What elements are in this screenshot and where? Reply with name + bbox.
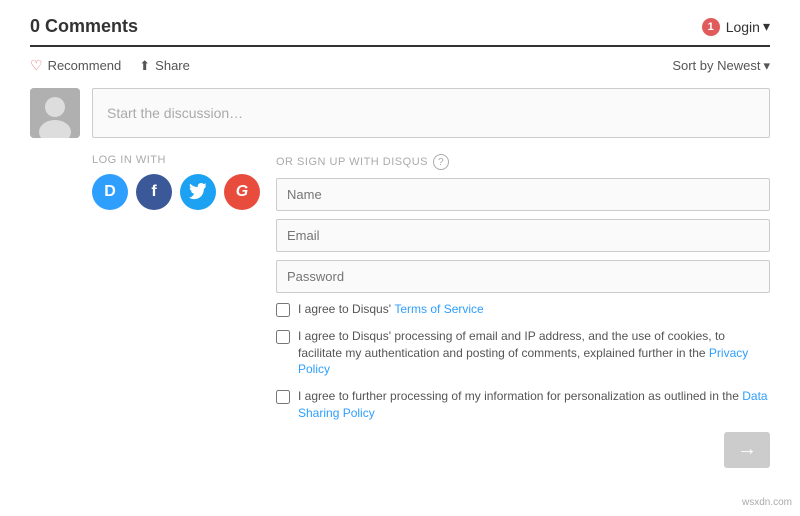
sort-button[interactable]: Sort by Newest ▾ <box>672 58 770 74</box>
tos-link[interactable]: Terms of Service <box>394 302 483 316</box>
email-input[interactable] <box>276 219 770 252</box>
comments-title: 0 Comments <box>30 16 138 37</box>
recommend-button[interactable]: ♡ Recommend <box>30 57 121 74</box>
share-button[interactable]: ⬆ Share <box>139 58 190 74</box>
avatar <box>30 88 80 138</box>
tos-checkbox[interactable] <box>276 303 290 317</box>
notification-badge: 1 <box>702 18 720 36</box>
share-icon: ⬆ <box>139 58 150 74</box>
watermark: wsxdn.com <box>742 497 792 508</box>
help-icon[interactable]: ? <box>433 154 449 170</box>
disqus-login-button[interactable]: D <box>92 174 128 210</box>
submit-button[interactable]: → <box>724 432 770 468</box>
heart-icon: ♡ <box>30 57 43 74</box>
facebook-login-button[interactable]: f <box>136 174 172 210</box>
personalization-checkbox[interactable] <box>276 390 290 404</box>
comment-input-box[interactable]: Start the discussion… <box>92 88 770 138</box>
arrow-right-icon: → <box>737 438 757 461</box>
or-signup-label: OR SIGN UP WITH DISQUS ? <box>276 154 770 170</box>
chevron-down-icon: ▾ <box>763 58 770 74</box>
password-input[interactable] <box>276 260 770 293</box>
name-input[interactable] <box>276 178 770 211</box>
login-button[interactable]: Login ▾ <box>726 18 770 35</box>
twitter-login-button[interactable] <box>180 174 216 210</box>
google-login-button[interactable]: G <box>224 174 260 210</box>
privacy-checkbox[interactable] <box>276 330 290 344</box>
log-in-with-label: LOG IN WITH <box>92 154 260 166</box>
chevron-down-icon: ▾ <box>763 18 770 35</box>
